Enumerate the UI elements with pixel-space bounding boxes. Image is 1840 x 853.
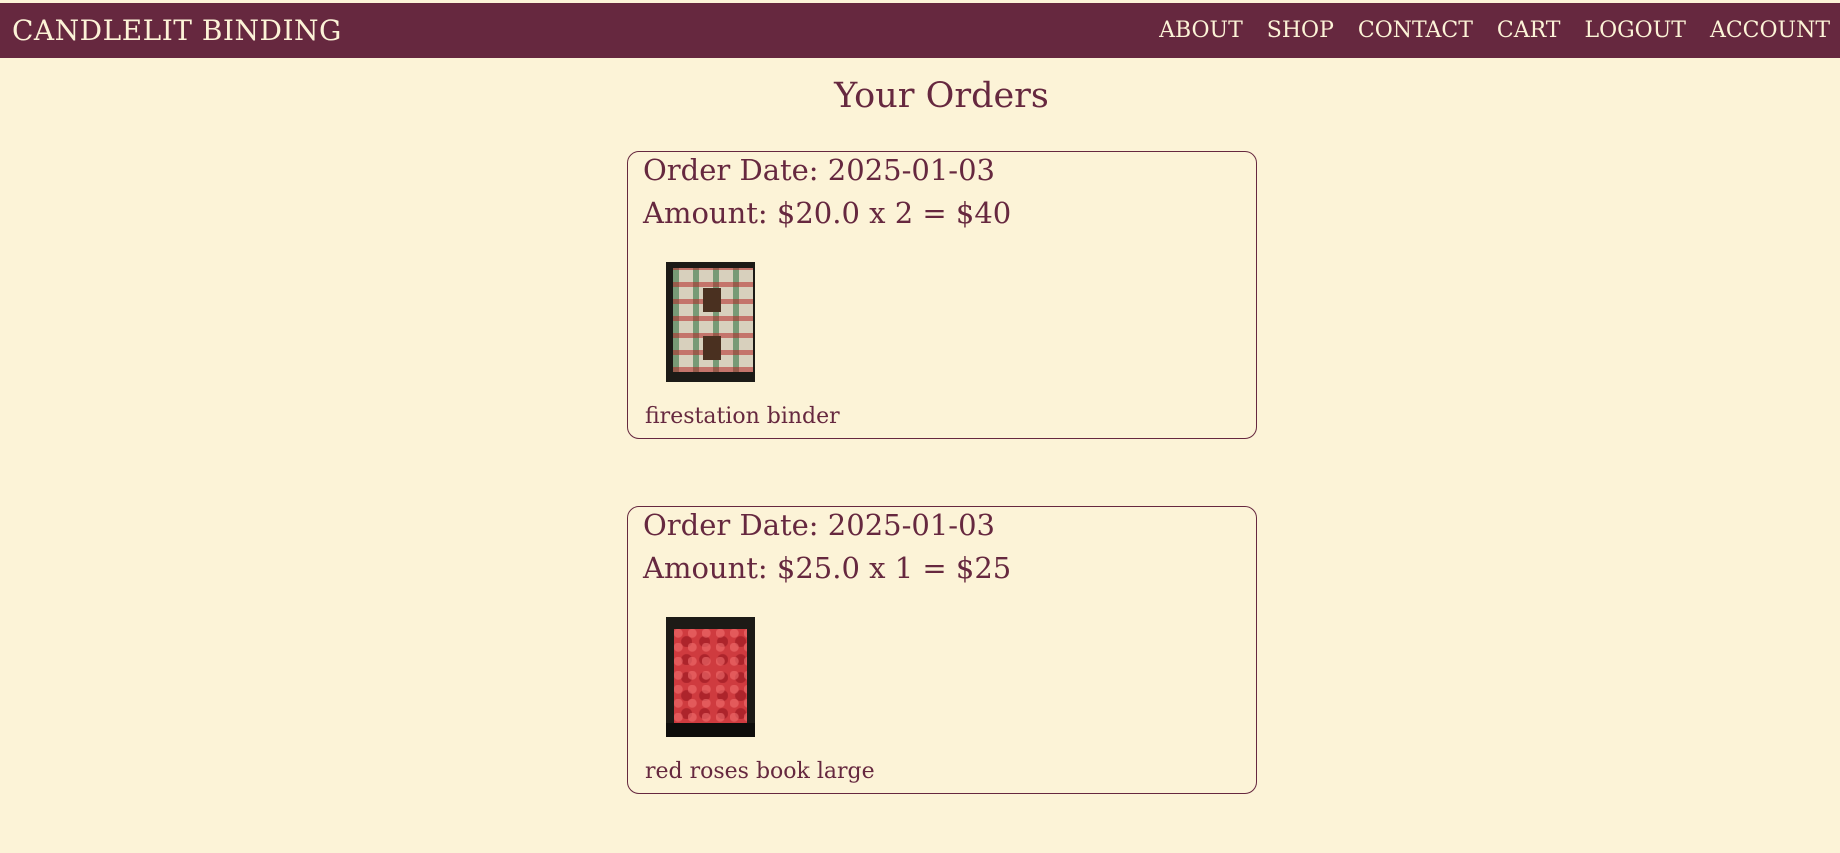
brand-logo[interactable]: CANDLELIT BINDING <box>12 14 342 47</box>
nav-link-cart[interactable]: CART <box>1497 18 1561 43</box>
order-card: Order Date: 2025-01-03 Amount: $20.0 x 2… <box>627 151 1257 439</box>
product-image-red-roses-book[interactable] <box>666 617 755 737</box>
order-amount: Amount: $20.0 x 2 = $40 <box>643 196 1012 230</box>
nav-link-logout[interactable]: LOGOUT <box>1584 18 1685 43</box>
order-amount: Amount: $25.0 x 1 = $25 <box>643 551 1012 585</box>
nav-link-about[interactable]: ABOUT <box>1159 18 1243 43</box>
binder-cover-pattern <box>673 268 753 372</box>
product-image-firestation-binder[interactable] <box>666 262 755 382</box>
nav-link-account[interactable]: ACCOUNT <box>1710 18 1830 43</box>
nav-links: ABOUT SHOP CONTACT CART LOGOUT ACCOUNT <box>1159 18 1830 43</box>
roses-cover-pattern <box>674 629 747 723</box>
order-card: Order Date: 2025-01-03 Amount: $25.0 x 1… <box>627 506 1257 794</box>
page-title: Your Orders <box>834 76 1049 116</box>
order-date: Order Date: 2025-01-03 <box>643 508 995 542</box>
product-name: firestation binder <box>645 404 840 429</box>
order-date: Order Date: 2025-01-03 <box>643 153 995 187</box>
image-shadow <box>666 723 755 737</box>
navbar: CANDLELIT BINDING ABOUT SHOP CONTACT CAR… <box>0 3 1840 58</box>
nav-link-contact[interactable]: CONTACT <box>1358 18 1473 43</box>
product-name: red roses book large <box>645 759 875 784</box>
nav-link-shop[interactable]: SHOP <box>1267 18 1334 43</box>
